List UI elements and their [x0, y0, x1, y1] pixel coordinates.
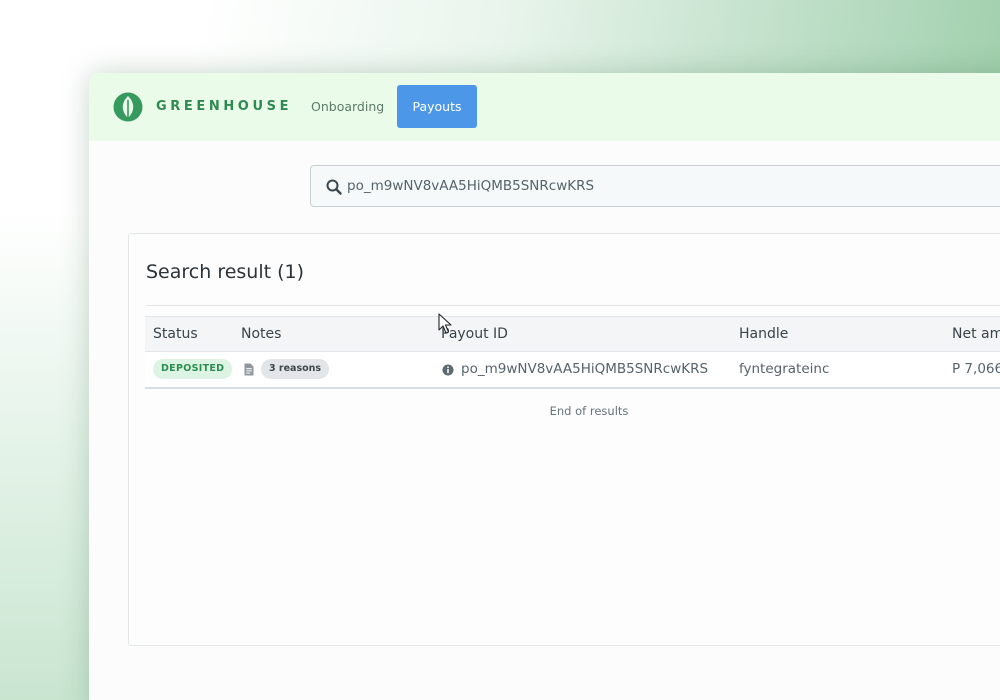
column-header-notes[interactable]: Notes: [241, 326, 281, 342]
top-nav-bar: GREENHOUSE Onboarding Payouts: [89, 73, 1000, 141]
search-icon: [326, 179, 342, 195]
table-row[interactable]: DEPOSITED 3 reasons po_m9wNV8vAA5HiQMB5S…: [145, 352, 1000, 389]
search-input-value: po_m9wNV8vAA5HiQMB5SNRcwKRS: [347, 178, 595, 194]
table-header-row: Status Notes Payout ID Handle Net am: [145, 316, 1000, 352]
title-divider: [146, 305, 1000, 306]
search-results-card: Search result (1) Status Notes Payout ID…: [128, 233, 1000, 646]
column-header-status[interactable]: Status: [153, 326, 198, 342]
leaf-logo-icon: [113, 92, 143, 122]
payout-search-input[interactable]: po_m9wNV8vAA5HiQMB5SNRcwKRS: [310, 165, 1000, 207]
nav-tab-payouts[interactable]: Payouts: [397, 85, 477, 128]
column-header-handle[interactable]: Handle: [739, 326, 788, 342]
app-window: GREENHOUSE Onboarding Payouts po_m9wNV8v…: [89, 73, 1000, 700]
info-icon[interactable]: [442, 364, 454, 376]
document-icon: [244, 363, 254, 376]
column-header-net-amount[interactable]: Net am: [952, 326, 1000, 342]
mouse-cursor-icon: [438, 313, 452, 334]
notes-badge[interactable]: 3 reasons: [261, 359, 330, 379]
results-title: Search result (1): [146, 261, 305, 283]
nav-tab-onboarding[interactable]: Onboarding: [311, 99, 384, 114]
net-amount-cell: P 7,066: [952, 361, 1000, 377]
payout-id-cell[interactable]: po_m9wNV8vAA5HiQMB5SNRcwKRS: [461, 361, 708, 377]
results-table: Status Notes Payout ID Handle Net am DEP…: [145, 316, 1000, 389]
status-badge: DEPOSITED: [153, 359, 233, 379]
end-of-results-text: End of results: [549, 404, 629, 418]
handle-cell: fyntegrateinc: [739, 361, 830, 377]
brand-name: GREENHOUSE: [156, 99, 293, 114]
